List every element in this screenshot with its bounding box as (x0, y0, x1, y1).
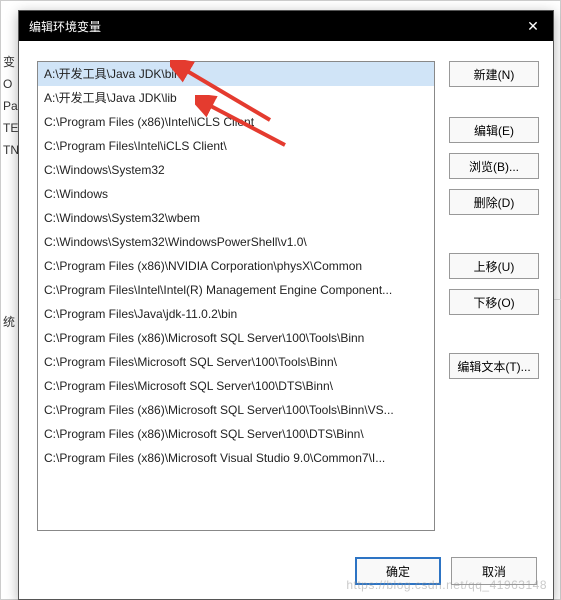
edit-button[interactable]: 编辑(E) (449, 117, 539, 143)
move-down-button[interactable]: 下移(O) (449, 289, 539, 315)
list-item[interactable]: C:\Program Files\Intel\iCLS Client\ (38, 134, 434, 158)
list-item[interactable]: A:\开发工具\Java JDK\bin (38, 62, 434, 86)
list-item[interactable]: C:\Program Files (x86)\Microsoft SQL Ser… (38, 422, 434, 446)
close-icon[interactable]: ✕ (523, 16, 543, 36)
ok-button[interactable]: 确定 (355, 557, 441, 585)
list-item[interactable]: C:\Program Files\Microsoft SQL Server\10… (38, 350, 434, 374)
list-item[interactable]: C:\Program Files\Intel\Intel(R) Manageme… (38, 278, 434, 302)
list-item[interactable]: C:\Program Files (x86)\Intel\iCLS Client (38, 110, 434, 134)
list-item[interactable]: A:\开发工具\Java JDK\lib (38, 86, 434, 110)
list-item[interactable]: C:\Program Files (x86)\Microsoft SQL Ser… (38, 398, 434, 422)
new-button[interactable]: 新建(N) (449, 61, 539, 87)
dialog-title: 编辑环境变量 (29, 18, 101, 35)
cancel-button[interactable]: 取消 (451, 557, 537, 585)
move-up-button[interactable]: 上移(U) (449, 253, 539, 279)
dialog-footer: 确定 取消 (19, 549, 553, 599)
bg-left-labels: 变OPaTETN统 (3, 51, 19, 333)
list-item[interactable]: C:\Windows\System32 (38, 158, 434, 182)
list-item[interactable]: C:\Program Files (x86)\Microsoft Visual … (38, 446, 434, 470)
button-column: 新建(N) 编辑(E) 浏览(B)... 删除(D) 上移(U) 下移(O) 编… (449, 61, 539, 543)
edit-text-button[interactable]: 编辑文本(T)... (449, 353, 539, 379)
list-item[interactable]: C:\Windows\System32\wbem (38, 206, 434, 230)
list-item[interactable]: C:\Windows\System32\WindowsPowerShell\v1… (38, 230, 434, 254)
list-item[interactable]: C:\Windows (38, 182, 434, 206)
path-listbox[interactable]: A:\开发工具\Java JDK\binA:\开发工具\Java JDK\lib… (37, 61, 435, 531)
edit-env-var-dialog: 编辑环境变量 ✕ A:\开发工具\Java JDK\binA:\开发工具\Jav… (18, 10, 554, 600)
browse-button[interactable]: 浏览(B)... (449, 153, 539, 179)
list-item[interactable]: C:\Program Files\Microsoft SQL Server\10… (38, 374, 434, 398)
titlebar: 编辑环境变量 ✕ (19, 11, 553, 41)
list-item[interactable]: C:\Program Files\Java\jdk-11.0.2\bin (38, 302, 434, 326)
list-item[interactable]: C:\Program Files (x86)\NVIDIA Corporatio… (38, 254, 434, 278)
list-item[interactable]: C:\Program Files (x86)\Microsoft SQL Ser… (38, 326, 434, 350)
delete-button[interactable]: 删除(D) (449, 189, 539, 215)
